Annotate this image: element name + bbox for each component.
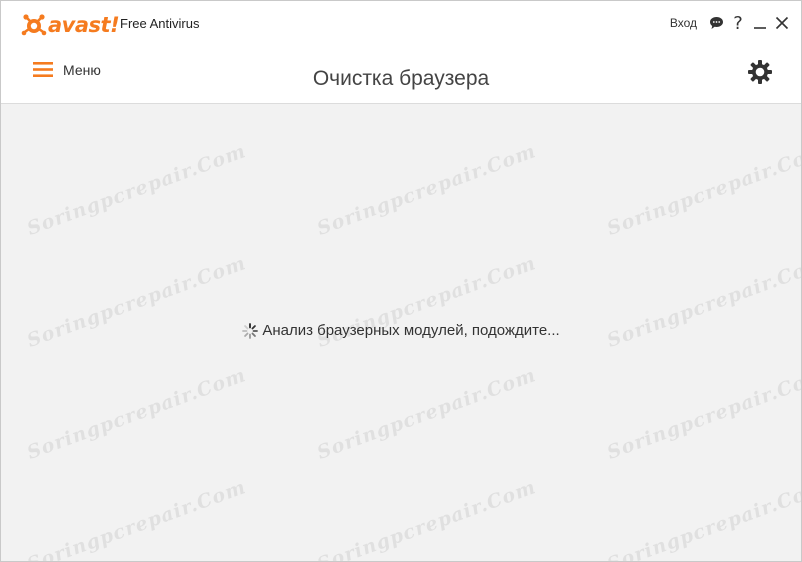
gear-icon[interactable] [747,59,773,85]
main-content: Soringpcrepair.Com Soringpcrepair.Com Sori… [1,104,801,561]
header: avast! Free Antivirus Вход ? Меню Очистк… [1,1,801,104]
status-message: Анализ браузерных модулей, подождите... [1,322,801,339]
window-controls: Вход ? [670,13,793,34]
watermark-text: Soringpcrepair.Com [24,476,250,562]
watermark-text: Soringpcrepair.Com [604,140,802,240]
watermark-text: Soringpcrepair.Com [604,364,802,464]
watermark-text: Soringpcrepair.Com [604,476,802,562]
app-window: avast! Free Antivirus Вход ? Меню Очистк… [0,0,802,562]
product-name: Free Antivirus [120,16,200,31]
chat-bubble-icon[interactable] [705,13,727,33]
login-link[interactable]: Вход [670,16,697,30]
watermark-text: Soringpcrepair.Com [24,140,250,240]
loading-spinner-icon [242,322,259,339]
close-icon[interactable] [771,13,793,33]
avast-logo: avast! [21,11,120,39]
minimize-icon[interactable] [749,13,771,33]
watermark-text: Soringpcrepair.Com [314,364,540,464]
watermark-text: Soringpcrepair.Com [314,140,540,240]
watermark-text: Soringpcrepair.Com [314,476,540,562]
logo-text: avast! [48,13,120,37]
page-title: Очистка браузера [312,67,490,90]
help-button[interactable]: ? [727,13,749,34]
status-text: Анализ браузерных модулей, подождите... [262,322,560,339]
watermark-text: Soringpcrepair.Com [24,364,250,464]
avast-logo-icon [21,14,47,36]
